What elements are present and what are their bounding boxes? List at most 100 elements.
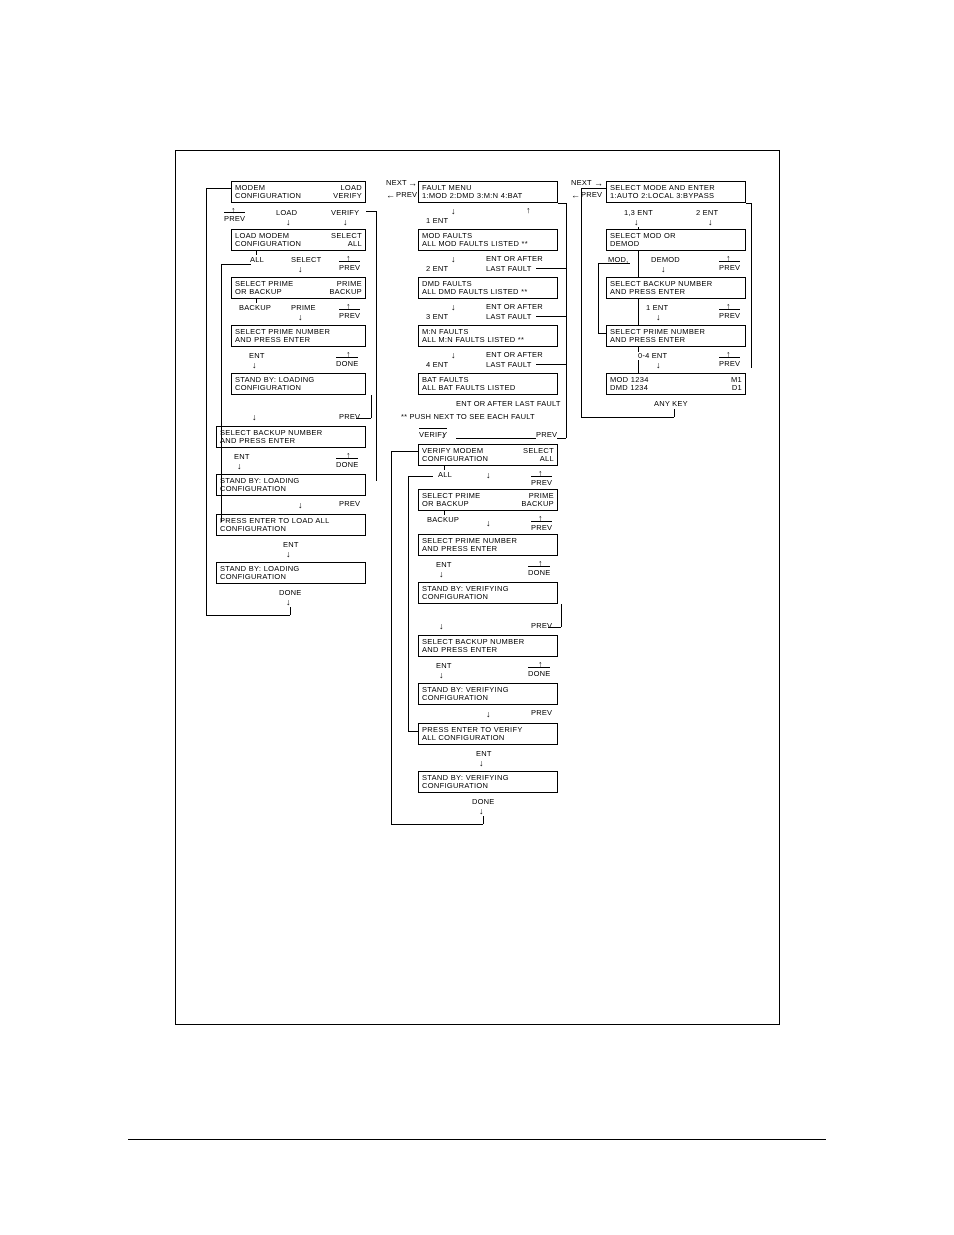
arrow-down-icon: ↓	[451, 255, 456, 264]
arrow-down-icon: ↓	[441, 431, 446, 440]
text: CONFIGURATION	[422, 593, 554, 601]
text: PRIMEBACKUP	[329, 280, 362, 296]
nav-prev: PREV	[719, 360, 740, 368]
connector	[536, 364, 566, 365]
box-select-prime-number: SELECT PRIME NUMBER AND PRESS ENTER	[231, 325, 366, 347]
connector	[256, 251, 257, 255]
connector	[566, 203, 567, 438]
arrow-down-icon: ↓	[708, 218, 713, 227]
nav-2-ent: 2 ENT	[426, 265, 448, 273]
nav-prev: PREV	[339, 413, 360, 421]
nav-13-ent: 1,3 ENT	[624, 209, 653, 217]
connector	[483, 816, 484, 824]
arrow-right-icon: →	[408, 179, 417, 188]
text: CONFIGURATION	[422, 694, 554, 702]
text: ALL MOD FAULTS LISTED **	[422, 240, 554, 248]
nav-verify: VERIFY	[331, 209, 359, 217]
nav-ent: ENT	[234, 453, 250, 461]
diagram: MODEM CONFIGURATION LOADVERIFY PREV ↑ LO…	[176, 151, 779, 1024]
connector	[256, 299, 257, 303]
nav-ent: ENT	[436, 561, 452, 569]
box-press-enter-verify-all: PRESS ENTER TO VERIFY ALL CONFIGURATION	[418, 723, 558, 745]
connector	[206, 188, 207, 615]
arrow-down-icon: ↓	[656, 313, 661, 322]
connector	[444, 511, 445, 515]
arrow-right-icon: →	[594, 179, 603, 188]
nav-2-ent: 2 ENT	[696, 209, 718, 217]
connector	[408, 476, 409, 731]
text: M1D1	[731, 376, 742, 392]
arrow-down-icon: ↓	[298, 313, 303, 322]
connector	[444, 466, 445, 470]
nav-prev: PREV	[396, 191, 417, 199]
arrow-down-icon: ↓	[656, 361, 661, 370]
arrow-down-icon: ↓	[479, 807, 484, 816]
box-bat-faults: BAT FAULTS ALL BAT FAULTS LISTED	[418, 373, 558, 395]
nav-ent: ENT	[476, 750, 492, 758]
connector	[206, 615, 290, 616]
text: CONFIGURATION	[220, 573, 362, 581]
connector	[221, 264, 222, 522]
arrow-left-icon: ←	[386, 191, 395, 200]
connector	[536, 268, 566, 269]
text: 1:AUTO 2:LOCAL 3:BYPASS	[610, 192, 742, 200]
box-mod-dmd-status: MOD 1234 DMD 1234 M1D1	[606, 373, 746, 395]
nav-done: DONE	[472, 798, 494, 806]
nav-load: LOAD	[276, 209, 297, 217]
box-select-mod-demod: SELECT MOD OR DEMOD	[606, 229, 746, 251]
nav-ent: ENT	[283, 541, 299, 549]
nav-prev: PREV	[224, 215, 245, 223]
footer-rule	[128, 1139, 826, 1140]
nav-next: NEXT	[386, 179, 407, 187]
arrow-left-icon: ←	[571, 191, 580, 200]
box-select-backup-number: SELECT BACKUP NUMBER AND PRESS ENTER	[216, 426, 366, 448]
diagram-frame: MODEM CONFIGURATION LOADVERIFY PREV ↑ LO…	[175, 150, 780, 1025]
text: DEMOD	[610, 240, 742, 248]
connector	[598, 333, 606, 334]
nav-all: ALL	[438, 471, 452, 479]
nav-done: DONE	[528, 670, 550, 678]
arrow-down-icon: ↓	[451, 207, 456, 216]
box-press-enter-load-all: PRESS ENTER TO LOAD ALL CONFIGURATION	[216, 514, 366, 536]
nav-backup: BACKUP	[239, 304, 271, 312]
nav-any-key: ANY KEY	[654, 400, 688, 408]
nav-prev: PREV	[536, 431, 557, 439]
connector	[391, 451, 392, 824]
box-fault-menu: FAULT MENU 1:MOD 2:DMD 3:M:N 4:BAT	[418, 181, 558, 203]
nav-prev: PREV	[719, 312, 740, 320]
box-verify-select-prime-number: SELECT PRIME NUMBER AND PRESS ENTER	[418, 534, 558, 556]
connector	[376, 211, 377, 481]
arrow-down-icon: ↓	[479, 759, 484, 768]
nav-last-fault: LAST FAULT	[486, 265, 532, 273]
box-standby-loading-2: STAND BY: LOADING CONFIGURATION	[216, 474, 366, 496]
box-mn-faults: M:N FAULTS ALL M:N FAULTS LISTED **	[418, 325, 558, 347]
text: AND PRESS ENTER	[610, 336, 742, 344]
arrow-down-icon: ↓	[486, 710, 491, 719]
arrow-down-icon: ↓	[451, 351, 456, 360]
arrow-up-icon: ↑	[526, 206, 531, 215]
connector	[391, 451, 418, 452]
nav-prev: PREV	[531, 524, 552, 532]
text: CONFIGURATION	[235, 384, 362, 392]
arrow-down-icon: ↓	[439, 671, 444, 680]
box-mod-faults: MOD FAULTS ALL MOD FAULTS LISTED **	[418, 229, 558, 251]
nav-all: ALL	[250, 256, 264, 264]
page: MODEM CONFIGURATION LOADVERIFY PREV ↑ LO…	[0, 0, 954, 1235]
text: ALL CONFIGURATION	[422, 734, 554, 742]
nav-4-ent: 4 ENT	[426, 361, 448, 369]
connector	[746, 203, 751, 204]
connector	[598, 263, 608, 264]
nav-ent: ENT	[249, 352, 265, 360]
nav-done: DONE	[528, 569, 550, 577]
text: AND PRESS ENTER	[235, 336, 362, 344]
connector	[561, 604, 562, 627]
connector	[221, 264, 251, 265]
box-verify-modem-config: VERIFY MODEM CONFIGURATION SELECTALL	[418, 444, 558, 466]
nav-last-fault: LAST FAULT	[486, 361, 532, 369]
nav-prev: PREV	[719, 264, 740, 272]
connector	[548, 627, 561, 628]
nav-next: NEXT	[571, 179, 592, 187]
nav-backup: BACKUP	[427, 516, 459, 524]
box-select-mode: SELECT MODE AND ENTER 1:AUTO 2:LOCAL 3:B…	[606, 181, 746, 203]
nav-ent: ENT	[436, 662, 452, 670]
